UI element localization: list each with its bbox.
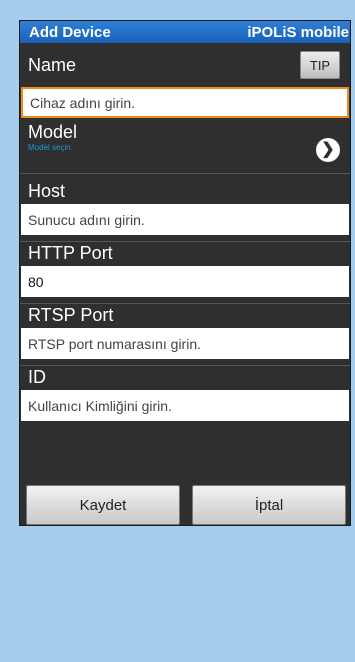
cancel-button[interactable]: İptal (192, 485, 346, 525)
dialog-title: Add Device (29, 23, 111, 41)
action-buttons: Kaydet İptal (26, 485, 346, 525)
rtsp-port-input[interactable]: RTSP port numarasını girin. (21, 328, 349, 359)
tip-button[interactable]: TIP (300, 51, 340, 79)
model-label: Model (28, 122, 78, 142)
http-port-label: HTTP Port (28, 243, 113, 263)
http-port-input[interactable]: 80 (21, 266, 349, 297)
name-input[interactable]: Cihaz adını girin. (21, 87, 349, 118)
model-hint: Model seçin. (28, 143, 73, 152)
name-label: Name (28, 54, 77, 75)
app-name: iPOLiS mobile (247, 23, 349, 41)
rtsp-port-label: RTSP Port (28, 305, 114, 325)
host-input[interactable]: Sunucu adını girin. (21, 204, 349, 235)
host-label: Host (28, 181, 66, 201)
id-input[interactable]: Kullanıcı Kimliğini girin. (21, 390, 349, 421)
add-device-dialog: Add Device iPOLiS mobile Name TIP Cihaz … (19, 20, 351, 526)
model-selector[interactable]: Model Model seçin. ❯ (20, 118, 350, 174)
save-button[interactable]: Kaydet (26, 485, 180, 525)
chevron-right-icon[interactable]: ❯ (316, 138, 340, 162)
title-bar: Add Device iPOLiS mobile (20, 21, 350, 43)
name-row: Name TIP (20, 43, 350, 87)
id-label: ID (28, 367, 46, 387)
